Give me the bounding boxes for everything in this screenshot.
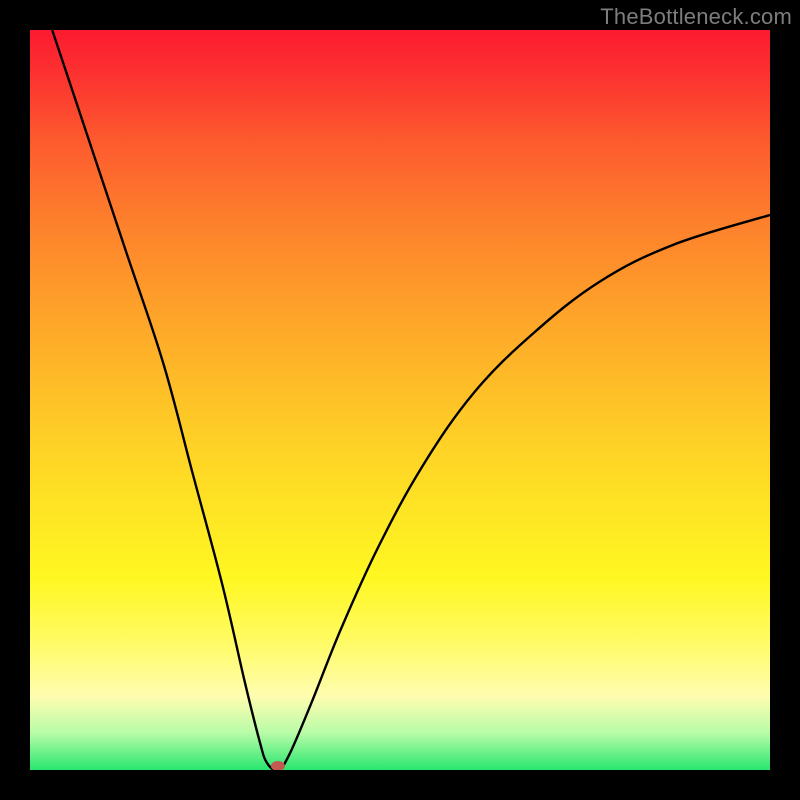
bottleneck-curve bbox=[52, 30, 770, 770]
watermark-text: TheBottleneck.com bbox=[600, 4, 792, 30]
curve-svg bbox=[30, 30, 770, 770]
plot-area bbox=[30, 30, 770, 770]
minimum-marker bbox=[271, 761, 285, 770]
chart-frame: TheBottleneck.com bbox=[0, 0, 800, 800]
